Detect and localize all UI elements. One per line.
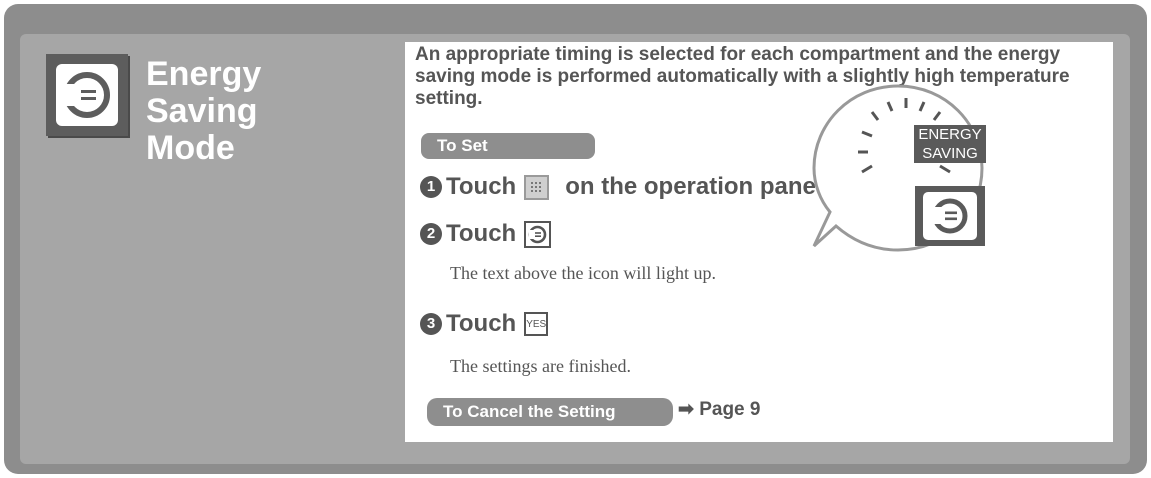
to-set-text: To Set xyxy=(437,136,488,155)
step-2: 2 Touch xyxy=(420,220,552,248)
step-1: 1 Touch on the operation panel xyxy=(420,173,823,201)
step-number-2: 2 xyxy=(420,223,442,245)
energy-saving-button-icon xyxy=(524,220,552,248)
yes-icon-text: YES xyxy=(526,318,547,330)
callout-lcd-label: ENERGY SAVING xyxy=(914,125,986,163)
menu-grid-icon xyxy=(524,174,550,200)
callout-line-1: ENERGY xyxy=(918,126,982,143)
cancel-setting-label: To Cancel the Setting xyxy=(427,398,673,426)
step-2-touch: Touch xyxy=(446,220,517,247)
step-3-touch: Touch xyxy=(446,310,517,337)
page-reference-text: Page 9 xyxy=(699,399,761,420)
step-number-3: 3 xyxy=(420,313,442,335)
step-3: 3 Touch YES xyxy=(420,310,549,338)
title-line-2: Saving xyxy=(146,92,258,130)
step-2-note: The text above the icon will light up. xyxy=(450,263,716,283)
step-3-note: The settings are finished. xyxy=(450,356,631,376)
description-text: An appropriate timing is selected for ea… xyxy=(415,44,1070,109)
callout-energy-icon xyxy=(915,186,985,246)
step-1-suffix: on the operation panel xyxy=(565,173,823,200)
title-line-1: Energy xyxy=(146,55,262,93)
right-arrow-icon: ➡ xyxy=(678,399,694,420)
title-line-3: Mode xyxy=(146,129,235,167)
callout-line-2: SAVING xyxy=(922,145,978,162)
cancel-setting-text: To Cancel the Setting xyxy=(443,402,616,421)
yes-button-icon: YES xyxy=(524,312,549,336)
step-1-touch: Touch xyxy=(446,173,517,200)
energy-saving-icon xyxy=(46,54,128,136)
page-reference: ➡ Page 9 xyxy=(678,398,760,421)
page-title: Energy Saving Mode xyxy=(146,56,261,167)
to-set-label: To Set xyxy=(421,133,595,159)
step-number-1: 1 xyxy=(420,176,442,198)
